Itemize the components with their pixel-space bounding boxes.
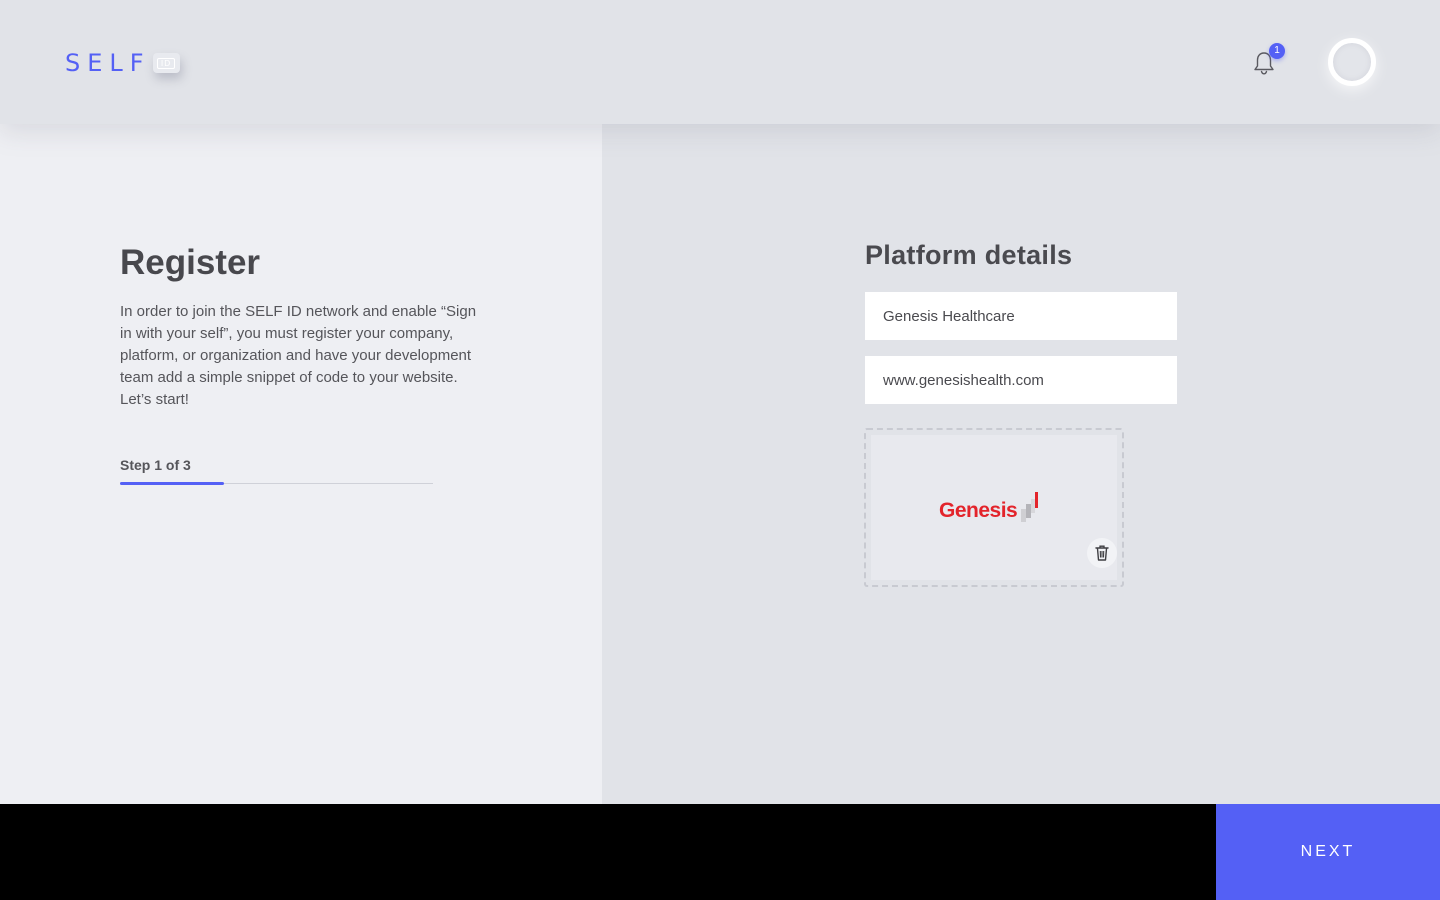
next-button[interactable]: NEXT [1216, 804, 1440, 900]
platform-name-field[interactable] [865, 292, 1177, 340]
top-header: SELF ID 1 [0, 0, 1440, 124]
logo-id-text: ID [156, 57, 176, 69]
logo-wordmark: SELF [65, 49, 151, 77]
step-progress-track [120, 482, 433, 485]
trash-icon[interactable] [1087, 538, 1117, 568]
platform-url-field[interactable] [865, 356, 1177, 404]
logo-id-badge: ID [152, 53, 180, 73]
register-intro-text: In order to join the SELF ID network and… [120, 303, 477, 408]
notification-count-badge: 1 [1269, 43, 1285, 59]
step-label: Step 1 of 3 [120, 457, 191, 473]
user-avatar[interactable] [1328, 38, 1376, 86]
genesis-logo-mark [1021, 492, 1039, 522]
self-id-logo[interactable]: SELF ID [65, 49, 180, 77]
genesis-logo-text: Genesis [939, 499, 1018, 522]
register-title: Register [120, 243, 261, 282]
step-progress-fill [120, 482, 225, 485]
platform-details-title: Platform details [865, 240, 1073, 270]
genesis-logo: Genesis [939, 491, 1043, 523]
logo-upload-area[interactable]: Genesis [864, 428, 1124, 587]
register-panel [0, 124, 602, 804]
logo-preview: Genesis [871, 435, 1117, 580]
